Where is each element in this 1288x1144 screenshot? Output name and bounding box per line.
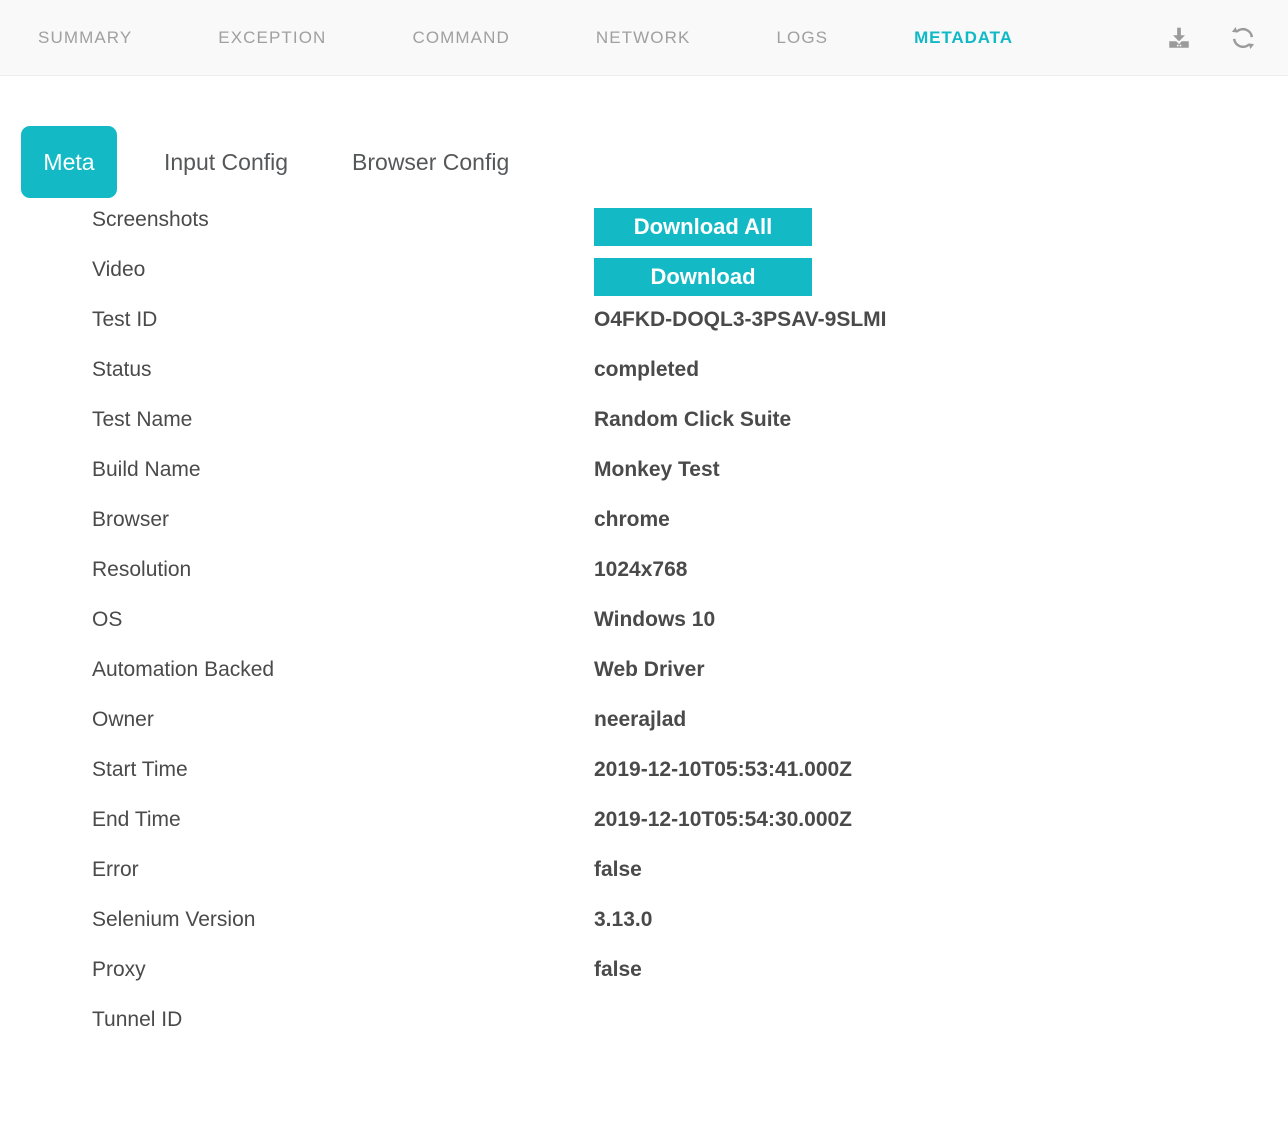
table-row: Proxy false (92, 958, 1288, 1008)
nav-item-network[interactable]: NETWORK (594, 23, 693, 52)
table-row: Error false (92, 858, 1288, 908)
download-icon[interactable] (1166, 25, 1192, 51)
download-all-button[interactable]: Download All (594, 208, 812, 246)
download-button[interactable]: Download (594, 258, 812, 296)
row-value-start-time: 2019-12-10T05:53:41.000Z (594, 758, 853, 781)
nav-item-command[interactable]: COMMAND (410, 23, 511, 52)
table-row: Test Name Random Click Suite (92, 408, 1288, 458)
row-value-automation-backed: Web Driver (594, 658, 705, 681)
row-label-resolution: Resolution (92, 558, 192, 581)
row-label-test-name: Test Name (92, 408, 193, 431)
nav-item-logs[interactable]: LOGS (774, 23, 830, 52)
table-row: OS Windows 10 (92, 608, 1288, 658)
row-label-build-name: Build Name (92, 458, 201, 481)
row-label-start-time: Start Time (92, 758, 188, 781)
table-row: Owner neerajlad (92, 708, 1288, 758)
tab-browser-config[interactable]: Browser Config (352, 150, 509, 174)
tab-meta[interactable]: Meta (21, 126, 117, 198)
row-value-browser: chrome (594, 508, 670, 531)
nav-item-summary[interactable]: SUMMARY (36, 23, 134, 52)
row-label-tunnel-id: Tunnel ID (92, 1008, 183, 1031)
row-label-os: OS (92, 608, 123, 631)
metadata-table: Screenshots Download All Video Download … (0, 200, 1288, 1058)
top-nav-icon-group (1166, 25, 1256, 51)
table-row: Build Name Monkey Test (92, 458, 1288, 508)
table-row: Resolution 1024x768 (92, 558, 1288, 608)
row-label-status: Status (92, 358, 152, 381)
table-row: Selenium Version 3.13.0 (92, 908, 1288, 958)
table-row: Start Time 2019-12-10T05:53:41.000Z (92, 758, 1288, 808)
table-row: Tunnel ID (92, 1008, 1288, 1058)
table-row: End Time 2019-12-10T05:54:30.000Z (92, 808, 1288, 858)
row-label-error: Error (92, 858, 139, 881)
refresh-icon[interactable] (1230, 25, 1256, 51)
table-row: Test ID O4FKD-DOQL3-3PSAV-9SLMI (92, 308, 1288, 358)
row-value-proxy: false (594, 958, 642, 981)
row-label-screenshots: Screenshots (92, 208, 209, 231)
nav-item-metadata[interactable]: METADATA (912, 23, 1015, 52)
table-row: Browser chrome (92, 508, 1288, 558)
row-value-test-name: Random Click Suite (594, 408, 792, 431)
row-label-proxy: Proxy (92, 958, 146, 981)
row-value-build-name: Monkey Test (594, 458, 720, 481)
row-label-browser: Browser (92, 508, 170, 531)
row-value-selenium-version: 3.13.0 (594, 908, 653, 931)
row-label-selenium-version: Selenium Version (92, 908, 256, 931)
row-label-owner: Owner (92, 708, 154, 731)
row-value-test-id: O4FKD-DOQL3-3PSAV-9SLMI (594, 308, 887, 331)
sub-tab-bar: Meta Input Config Browser Config (0, 76, 1288, 200)
tab-input-config[interactable]: Input Config (164, 150, 288, 174)
row-value-error: false (594, 858, 642, 881)
table-row: Automation Backed Web Driver (92, 658, 1288, 708)
row-value-owner: neerajlad (594, 708, 687, 731)
top-nav-items: SUMMARY EXCEPTION COMMAND NETWORK LOGS M… (0, 23, 1118, 52)
top-navigation-bar: SUMMARY EXCEPTION COMMAND NETWORK LOGS M… (0, 0, 1288, 76)
row-label-video: Video (92, 258, 146, 281)
row-value-os: Windows 10 (594, 608, 716, 631)
table-row: Video Download (92, 258, 1288, 308)
row-label-end-time: End Time (92, 808, 181, 831)
row-label-test-id: Test ID (92, 308, 158, 331)
table-row: Status completed (92, 358, 1288, 408)
table-row: Screenshots Download All (92, 208, 1288, 258)
row-value-resolution: 1024x768 (594, 558, 688, 581)
row-label-automation-backed: Automation Backed (92, 658, 275, 681)
nav-item-exception[interactable]: EXCEPTION (216, 23, 328, 52)
row-value-end-time: 2019-12-10T05:54:30.000Z (594, 808, 853, 831)
row-value-status: completed (594, 358, 700, 381)
